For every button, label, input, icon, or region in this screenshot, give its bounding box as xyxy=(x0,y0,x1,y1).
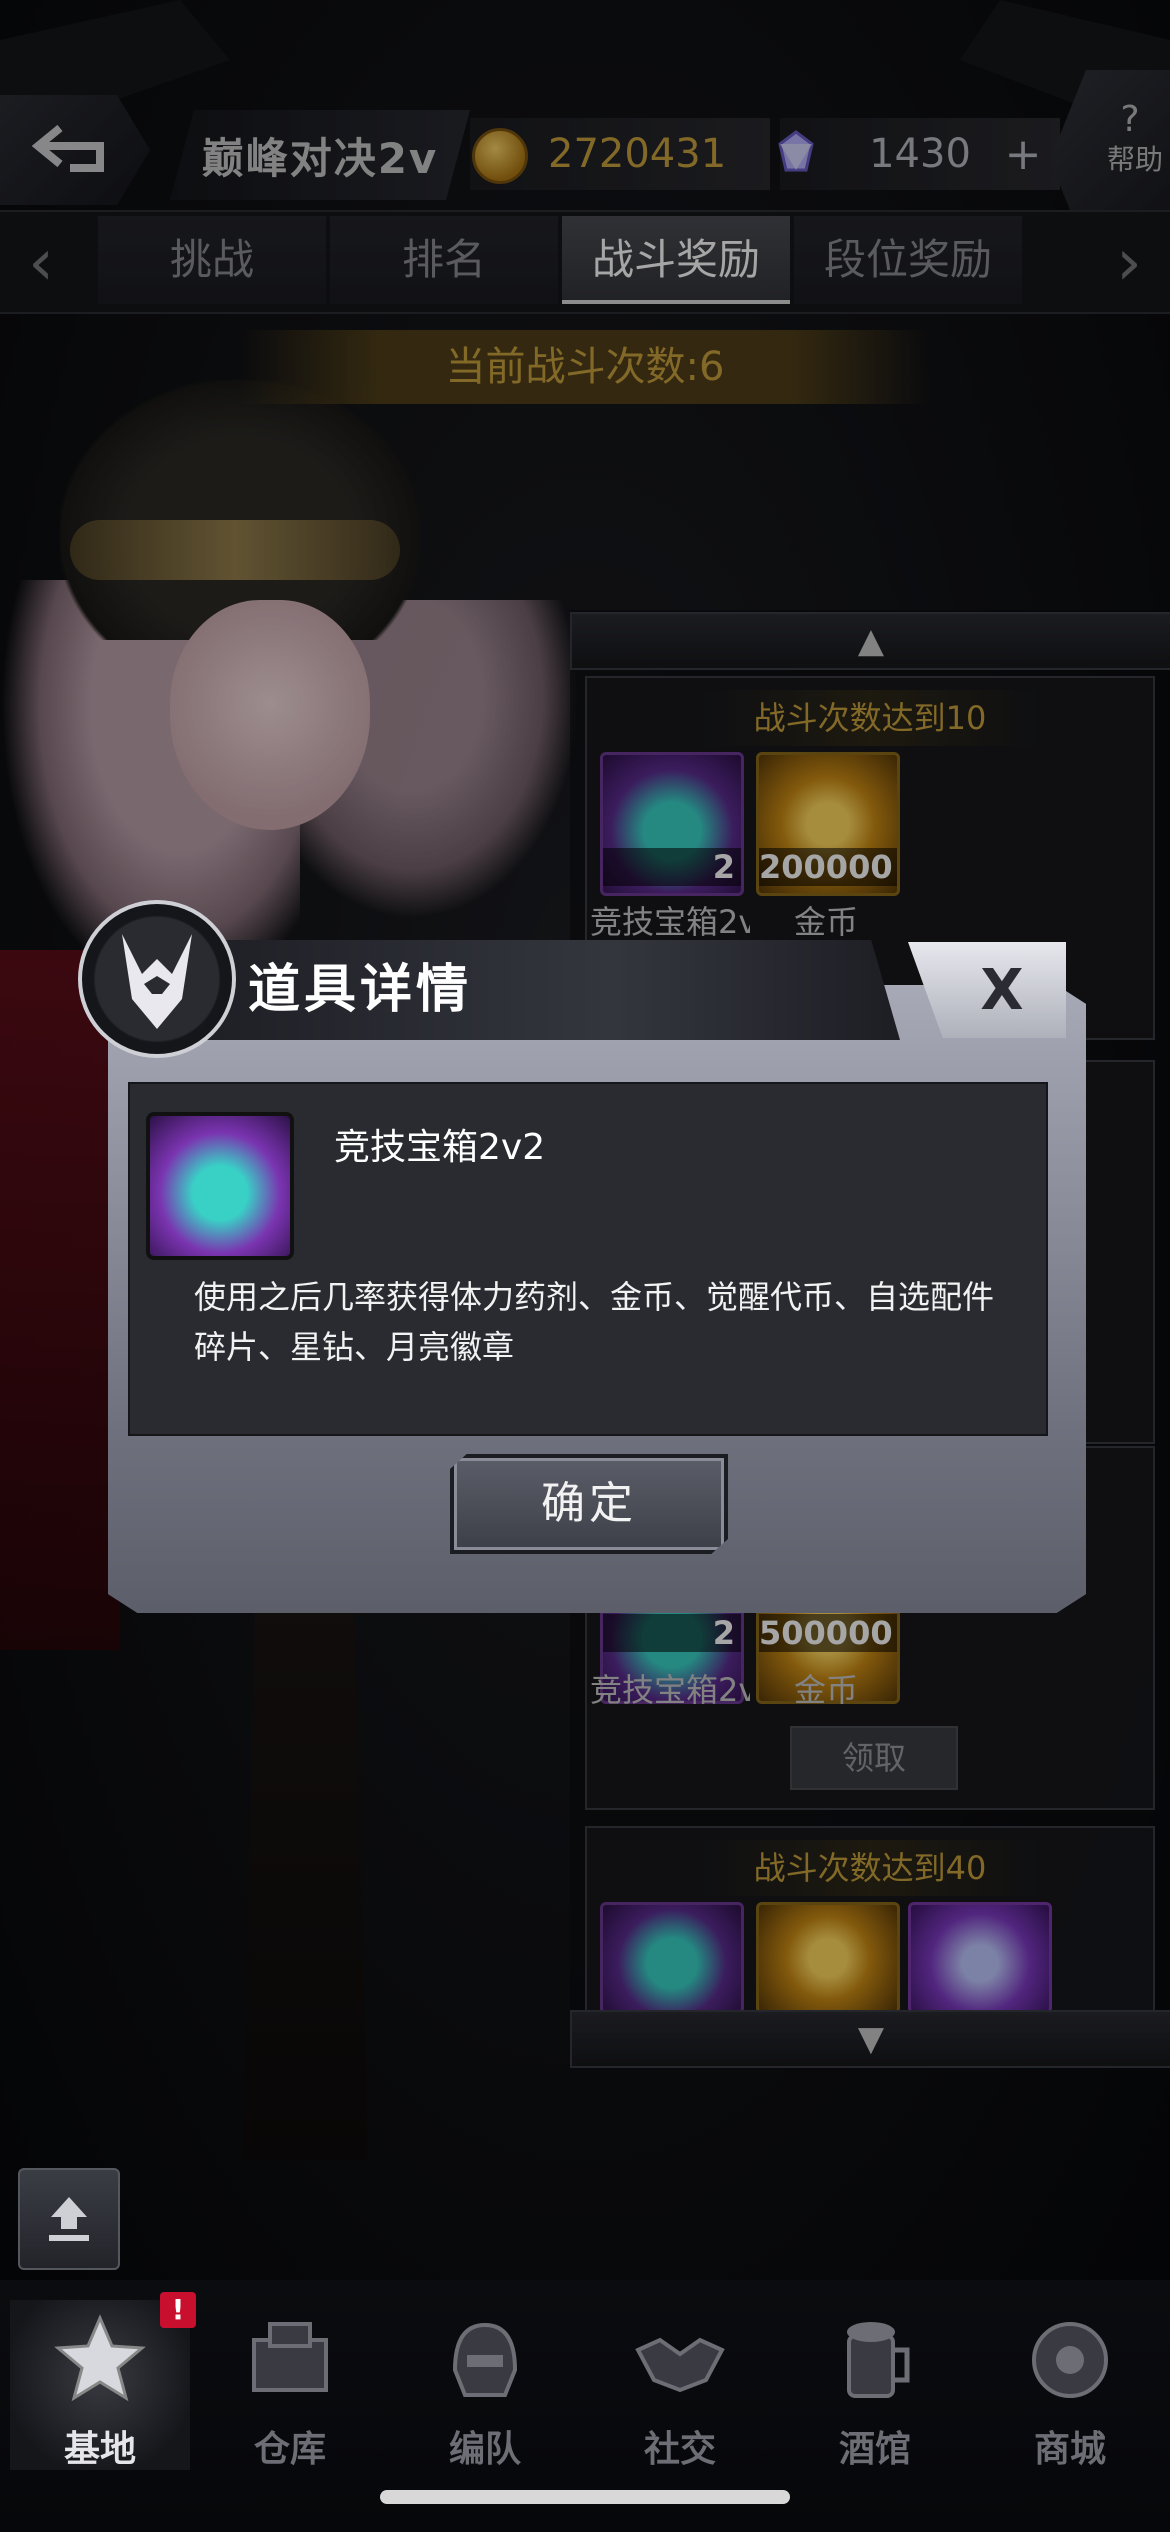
nav-label: 编队 xyxy=(448,2429,521,2470)
close-icon: X xyxy=(980,957,1024,1023)
confirm-button[interactable]: 确定 xyxy=(450,1454,728,1554)
handshake-icon xyxy=(635,2337,725,2393)
emblem-icon xyxy=(78,900,236,1058)
home-indicator[interactable] xyxy=(380,2490,790,2504)
squad-icon xyxy=(452,2322,518,2397)
tavern-icon xyxy=(847,2322,910,2398)
helmet-icon xyxy=(122,934,192,1029)
nav-item-social[interactable]: 社交 xyxy=(590,2300,770,2470)
gift-box-icon xyxy=(146,1112,294,1260)
item-name: 竞技宝箱2v2 xyxy=(334,1127,546,1168)
notification-badge: ! xyxy=(160,2292,196,2328)
nav-label: 酒馆 xyxy=(838,2429,911,2470)
dialog-title: 道具详情 xyxy=(248,960,473,1020)
nav-item-shop[interactable]: 商城 xyxy=(980,2300,1160,2470)
upload-button[interactable] xyxy=(18,2168,120,2270)
item-description: 使用之后几率获得体力药剂、金币、觉醒代币、自选配件碎片、星钻、月亮徽章 xyxy=(194,1278,995,1366)
shop-icon xyxy=(1032,2322,1108,2398)
nav-label: 基地 xyxy=(63,2429,136,2470)
warehouse-icon xyxy=(252,2322,328,2392)
nav-item-squad[interactable]: 编队 xyxy=(395,2300,575,2470)
nav-item-tavern[interactable]: 酒馆 xyxy=(785,2300,965,2470)
nav-label: 仓库 xyxy=(253,2429,326,2470)
nav-label: 社交 xyxy=(643,2429,716,2470)
nav-label: 商城 xyxy=(1033,2429,1106,2470)
nav-item-warehouse[interactable]: 仓库 xyxy=(200,2300,380,2470)
base-icon xyxy=(54,2314,146,2402)
upload-icon xyxy=(49,2197,89,2241)
